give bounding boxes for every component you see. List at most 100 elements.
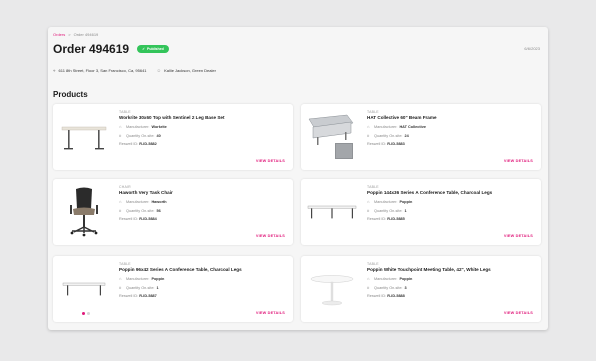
reswell-id-value: R-ID-5885 (387, 217, 405, 221)
reswell-id-row: Reswell ID: R-ID-5888 (367, 294, 535, 298)
product-info: CHAIR Haworth Very Task Chair ⌂ Manufactu… (119, 185, 287, 221)
factory-icon: ⌂ (367, 276, 370, 281)
reswell-id-row: Reswell ID: R-ID-5887 (119, 294, 287, 298)
quantity-label: Quantity On-site: (126, 133, 155, 138)
product-card: TABLE Poppin White Touchpoint Meeting Ta… (301, 256, 541, 322)
quantity-label: Quantity On-site: (126, 208, 155, 213)
conference-table-image (59, 262, 109, 316)
page-title: Order 494619 (53, 42, 130, 56)
reswell-id-value: R-ID-5882 (139, 142, 157, 146)
product-name: Haworth Very Task Chair (119, 190, 173, 195)
manufacturer-row: ⌂ Manufacturer: HAT Collective (367, 124, 535, 129)
reswell-id-row: Reswell ID: R-ID-5883 (367, 142, 535, 146)
factory-icon: ⌂ (119, 276, 122, 281)
quantity-label: Quantity On-site: (374, 133, 403, 138)
reswell-id-label: Reswell ID: (119, 294, 139, 298)
manufacturer-label: Manufacturer: (126, 124, 150, 129)
product-category: TABLE (119, 110, 131, 114)
carousel-dot[interactable] (87, 312, 90, 315)
status-badge: ✓ Published (137, 45, 169, 53)
manufacturer-value: Workrite (151, 124, 167, 129)
product-name: Workrite 30x60 Top with Sentinel 2 Leg B… (119, 115, 225, 120)
quantity-value: 1 (156, 285, 159, 290)
quantity-row: # Quantity On-site: 1 (367, 208, 535, 213)
manufacturer-row: ⌂ Manufacturer: Poppin (119, 276, 287, 281)
product-name: HAT Collective 60" Beam Frame (367, 115, 437, 120)
hash-icon: # (119, 208, 122, 213)
status-label: Published (147, 47, 164, 51)
manufacturer-value: Haworth (151, 199, 167, 204)
product-name: Poppin 96x42 Series A Conference Table, … (119, 267, 242, 272)
breadcrumb-separator: > (68, 32, 71, 37)
manufacturer-label: Manufacturer: (374, 276, 398, 281)
quantity-value: 3 (404, 285, 407, 290)
quantity-label: Quantity On-site: (374, 285, 403, 290)
view-details-link[interactable]: VIEW DETAILS (504, 159, 533, 163)
reswell-id-value: R-ID-5884 (139, 217, 157, 221)
quantity-row: # Quantity On-site: 24 (367, 133, 535, 138)
breadcrumb: Orders > Order 494619 (53, 32, 98, 37)
product-category: TABLE (367, 110, 379, 114)
reswell-id-value: R-ID-5887 (139, 294, 157, 298)
hash-icon: # (119, 285, 122, 290)
reswell-id-label: Reswell ID: (367, 294, 387, 298)
quantity-value: 56 (156, 208, 161, 213)
breadcrumb-orders-link[interactable]: Orders (53, 32, 65, 37)
view-details-link[interactable]: VIEW DETAILS (504, 234, 533, 238)
product-card: TABLE HAT Collective 60" Beam Frame ⌂ Man… (301, 104, 541, 170)
location-pin-icon: ⌖ (53, 68, 56, 73)
product-info: TABLE Poppin 96x42 Series A Conference T… (119, 262, 287, 298)
reswell-id-label: Reswell ID: (119, 217, 139, 221)
check-icon: ✓ (142, 47, 145, 51)
address-text: 611 8th Street, Floor 3, San Francisco, … (58, 68, 147, 73)
product-info: TABLE Poppin 144x36 Series A Conference … (367, 185, 535, 221)
reswell-id-row: Reswell ID: R-ID-5882 (119, 142, 287, 146)
view-details-link[interactable]: VIEW DETAILS (256, 311, 285, 315)
standing-desk-image (59, 110, 109, 164)
quantity-row: # Quantity On-site: 40 (119, 133, 287, 138)
view-details-link[interactable]: VIEW DETAILS (256, 234, 285, 238)
manufacturer-label: Manufacturer: (374, 199, 398, 204)
product-info: TABLE Poppin White Touchpoint Meeting Ta… (367, 262, 535, 298)
product-category: TABLE (367, 262, 379, 266)
hash-icon: # (367, 285, 370, 290)
round-table-image (307, 262, 357, 316)
section-title: Products (53, 90, 88, 99)
quantity-label: Quantity On-site: (374, 208, 403, 213)
quantity-label: Quantity On-site: (126, 285, 155, 290)
product-info: TABLE Workrite 30x60 Top with Sentinel 2… (119, 110, 287, 146)
quantity-value: 1 (404, 208, 407, 213)
quantity-row: # Quantity On-site: 3 (367, 285, 535, 290)
carousel-dot-active[interactable] (82, 312, 85, 315)
manufacturer-label: Manufacturer: (126, 276, 150, 281)
address-item: ⌖ 611 8th Street, Floor 3, San Francisco,… (53, 68, 147, 73)
user-icon: ☺ (156, 68, 162, 73)
reswell-id-row: Reswell ID: R-ID-5885 (367, 217, 535, 221)
title-row: Order 494619 ✓ Published (53, 42, 169, 56)
view-details-link[interactable]: VIEW DETAILS (256, 159, 285, 163)
product-card: TABLE Poppin 144x36 Series A Conference … (301, 179, 541, 245)
product-category: CHAIR (119, 185, 131, 189)
manufacturer-value: Poppin (151, 276, 165, 281)
manufacturer-row: ⌂ Manufacturer: Haworth (119, 199, 287, 204)
product-category: TABLE (367, 185, 379, 189)
manufacturer-label: Manufacturer: (126, 199, 150, 204)
task-chair-image (59, 185, 109, 239)
product-name: Poppin White Touchpoint Meeting Table, 4… (367, 267, 491, 272)
reswell-id-row: Reswell ID: R-ID-5884 (119, 217, 287, 221)
reswell-id-label: Reswell ID: (367, 142, 387, 146)
reswell-id-label: Reswell ID: (119, 142, 139, 146)
factory-icon: ⌂ (119, 124, 122, 129)
factory-icon: ⌂ (367, 124, 370, 129)
contact-item: ☺ Kallie Jackson, Green Dealer (157, 68, 216, 73)
order-date: 6/6/2023 (524, 46, 540, 51)
reswell-id-label: Reswell ID: (367, 217, 387, 221)
hash-icon: # (119, 133, 122, 138)
quantity-row: # Quantity On-site: 56 (119, 208, 287, 213)
image-carousel-dots[interactable] (82, 312, 92, 315)
view-details-link[interactable]: VIEW DETAILS (504, 311, 533, 315)
conference-table-image (307, 185, 357, 239)
reswell-id-value: R-ID-5883 (387, 142, 405, 146)
manufacturer-value: Poppin (399, 199, 413, 204)
product-category: TABLE (119, 262, 131, 266)
